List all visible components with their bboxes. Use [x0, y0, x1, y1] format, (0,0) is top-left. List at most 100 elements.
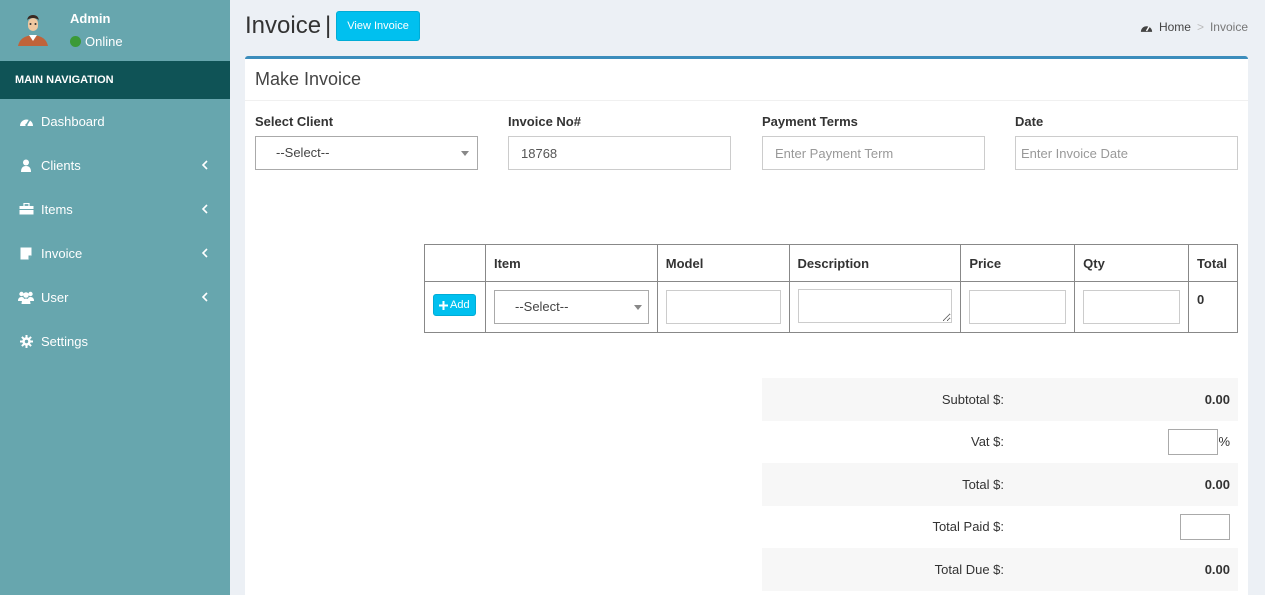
sidebar-item-dashboard[interactable]: Dashboard	[0, 99, 230, 143]
subtotal-value: 0.00	[1204, 391, 1230, 407]
table-header-row: Item Model Description Price Qty Total	[424, 244, 1239, 282]
total-due-row: Total Due $: 0.00	[762, 548, 1238, 591]
table-row: Add --Select-- 0	[424, 281, 1239, 333]
add-cell: Add	[424, 281, 486, 333]
total-due-value: 0.00	[1204, 561, 1230, 577]
document-icon	[18, 246, 34, 260]
user-status-label: Online	[85, 34, 123, 49]
sidebar-item-label: Clients	[41, 157, 81, 173]
model-input[interactable]	[665, 290, 781, 324]
title-separator: |	[325, 12, 332, 39]
breadcrumb: Home > Invoice	[1140, 20, 1248, 34]
page-title: Invoice	[245, 12, 322, 39]
sidebar-item-settings[interactable]: Settings	[0, 319, 230, 363]
total-paid-row: Total Paid $:	[762, 506, 1238, 549]
gear-icon	[18, 334, 34, 348]
avatar	[14, 10, 52, 48]
online-dot-icon	[70, 36, 81, 47]
chevron-left-icon	[201, 204, 208, 214]
user-status: Online	[70, 34, 123, 49]
column-header: Item	[484, 244, 658, 282]
dashboard-icon	[1140, 25, 1153, 32]
payment-terms-label: Payment Terms	[762, 114, 858, 129]
total-label: Total $:	[962, 476, 1004, 492]
invoice-no-group: Invoice No#	[508, 114, 731, 170]
briefcase-icon	[18, 202, 34, 216]
subtotal-row: Subtotal $: 0.00	[762, 378, 1238, 421]
breadcrumb-current: Invoice	[1209, 20, 1248, 34]
row-total: 0	[1187, 281, 1239, 333]
client-label: Select Client	[255, 114, 334, 129]
sidebar-item-clients[interactable]: Clients	[0, 143, 230, 187]
chevron-left-icon	[201, 160, 208, 170]
page-header: Invoice | View Invoice	[245, 10, 420, 42]
column-header: Description	[788, 244, 962, 282]
view-invoice-button[interactable]: View Invoice	[336, 11, 420, 41]
user-panel: Admin Online	[0, 0, 230, 61]
add-row-button[interactable]: Add	[433, 294, 476, 317]
vat-row: Vat $: %	[762, 421, 1238, 464]
total-row: Total $: 0.00	[762, 463, 1238, 506]
item-cell: --Select--	[484, 281, 658, 333]
date-label: Date	[1015, 114, 1044, 129]
sidebar-item-label: Invoice	[41, 245, 83, 261]
plus-icon	[439, 300, 448, 310]
make-invoice-box: Make Invoice Select Client --Select-- In…	[245, 56, 1248, 595]
total-value: 0.00	[1204, 476, 1230, 492]
nav-header: MAIN NAVIGATION	[0, 61, 230, 99]
qty-cell	[1074, 281, 1189, 333]
box-title: Make Invoice	[255, 69, 362, 89]
invoice-items-table: Item Model Description Price Qty Total A…	[424, 244, 1239, 333]
vat-unit: %	[1218, 434, 1230, 450]
description-textarea[interactable]	[797, 288, 953, 323]
subtotal-label: Subtotal $:	[941, 391, 1004, 407]
column-header: Price	[960, 244, 1076, 282]
date-group: Date	[1015, 114, 1238, 170]
payment-terms-group: Payment Terms	[762, 114, 985, 170]
invoice-no-label: Invoice No#	[508, 114, 581, 129]
price-cell	[960, 281, 1076, 333]
add-button-label: Add	[450, 299, 470, 312]
chevron-left-icon	[201, 248, 208, 258]
client-select-value: --Select--	[276, 145, 330, 160]
column-header	[424, 244, 486, 282]
price-input[interactable]	[969, 290, 1067, 324]
payment-terms-input[interactable]	[762, 136, 985, 170]
invoice-no-input[interactable]	[508, 136, 731, 170]
users-icon	[18, 290, 34, 304]
total-paid-label: Total Paid $:	[932, 519, 1004, 535]
vat-input[interactable]	[1168, 428, 1218, 455]
user-icon	[18, 158, 34, 172]
client-group: Select Client --Select--	[255, 114, 478, 170]
sidebar: Admin Online MAIN NAVIGATION Dashboard C…	[0, 0, 230, 595]
total-paid-input[interactable]	[1180, 513, 1230, 540]
sidebar-item-label: Items	[41, 201, 73, 217]
caret-down-icon	[461, 151, 469, 156]
description-cell	[788, 281, 962, 333]
model-cell	[656, 281, 790, 333]
sidebar-item-invoice[interactable]: Invoice	[0, 231, 230, 275]
column-header: Total	[1187, 244, 1239, 282]
column-header: Model	[656, 244, 790, 282]
chevron-left-icon	[201, 292, 208, 302]
main-content: Invoice | View Invoice Home > Invoice Ma…	[230, 0, 1265, 595]
vat-label: Vat $:	[970, 434, 1004, 450]
box-header: Make Invoice	[245, 59, 1248, 101]
sidebar-item-label: Dashboard	[41, 113, 105, 129]
sidebar-item-label: Settings	[41, 333, 88, 349]
column-header: Qty	[1074, 244, 1189, 282]
qty-input[interactable]	[1083, 290, 1180, 324]
client-select[interactable]: --Select--	[255, 136, 478, 170]
caret-down-icon	[633, 305, 642, 310]
item-select-value: --Select--	[514, 299, 569, 314]
sidebar-item-items[interactable]: Items	[0, 187, 230, 231]
breadcrumb-home-link[interactable]: Home	[1159, 20, 1191, 34]
user-name: Admin	[70, 11, 111, 26]
date-input[interactable]	[1015, 136, 1238, 170]
sidebar-item-user[interactable]: User	[0, 275, 230, 319]
dashboard-icon	[18, 114, 34, 128]
item-select[interactable]: --Select--	[493, 290, 649, 324]
breadcrumb-separator: >	[1196, 20, 1204, 34]
invoice-summary: Subtotal $: 0.00 Vat $: % Total $: 0.00 …	[762, 378, 1238, 591]
sidebar-item-label: User	[41, 289, 69, 305]
